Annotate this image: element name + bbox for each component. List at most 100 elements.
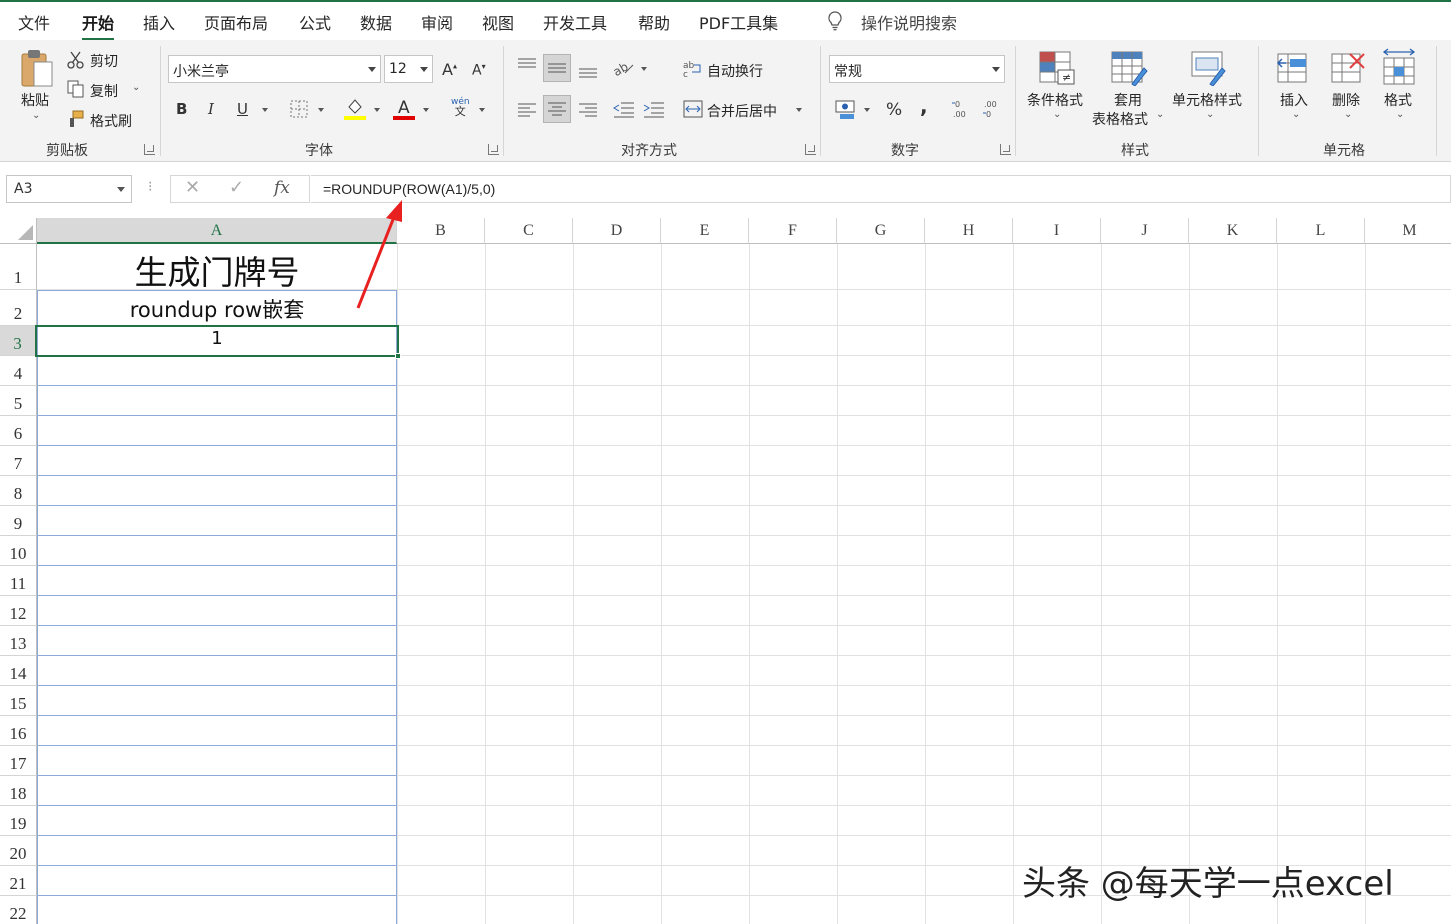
underline-button[interactable]: U [237,100,248,118]
accounting-dropdown-icon[interactable] [864,108,870,112]
cell-styles-button[interactable]: 单元格样式 [1172,90,1242,110]
column-header-k[interactable]: K [1189,218,1277,244]
name-box[interactable]: A3 [6,175,132,203]
italic-button[interactable]: I [208,100,214,118]
merge-dropdown-icon[interactable] [796,108,802,112]
delete-cells-button[interactable]: 删除 [1332,90,1360,110]
insert-function-button[interactable]: fx [274,178,290,198]
merge-center-icon[interactable] [683,100,703,118]
row-header-15[interactable]: 15 [0,686,37,716]
row-header-13[interactable]: 13 [0,626,37,656]
tab-view[interactable]: 视图 [482,10,514,34]
fill-color-icon[interactable] [344,97,366,121]
cell-styles-icon[interactable] [1190,50,1228,86]
align-right-icon[interactable] [578,102,598,118]
number-launcher-icon[interactable] [1000,144,1011,155]
row-header-17[interactable]: 17 [0,746,37,776]
row-header-12[interactable]: 12 [0,596,37,626]
increase-font-icon[interactable]: A▴ [442,60,457,79]
underline-dropdown-icon[interactable] [262,108,268,112]
column-header-j[interactable]: J [1101,218,1189,244]
wrap-text-icon[interactable]: ab c [683,60,703,78]
insert-cells-icon[interactable] [1276,50,1312,86]
format-as-table-icon[interactable] [1110,50,1148,86]
tab-home[interactable]: 开始 [82,10,115,41]
delete-dropdown-icon[interactable]: ⌄ [1344,109,1352,120]
wrap-text-button[interactable]: 自动换行 [707,61,763,81]
tab-data[interactable]: 数据 [360,10,392,34]
conditional-formatting-button[interactable]: 条件格式 [1027,90,1083,110]
column-header-c[interactable]: C [485,218,573,244]
tab-insert[interactable]: 插入 [143,10,175,34]
row-header-8[interactable]: 8 [0,476,37,506]
font-launcher-icon[interactable] [488,144,499,155]
row-header-9[interactable]: 9 [0,506,37,536]
select-all-button[interactable] [0,218,37,244]
copy-dropdown-icon[interactable]: ⌄ [132,82,140,93]
row-header-10[interactable]: 10 [0,536,37,566]
increase-decimal-icon[interactable]: 0 .00 [951,98,973,120]
row-header-19[interactable]: 19 [0,806,37,836]
row-header-5[interactable]: 5 [0,386,37,416]
font-color-icon[interactable]: A [393,97,415,121]
paste-icon[interactable] [20,48,54,90]
row-header-1[interactable]: 1 [0,244,37,290]
format-as-table-button[interactable]: 表格格式 [1092,109,1148,129]
borders-icon[interactable] [290,100,308,118]
column-header-m[interactable]: M [1365,218,1451,244]
fill-handle[interactable] [395,353,401,359]
row-header-7[interactable]: 7 [0,446,37,476]
alignment-launcher-icon[interactable] [805,144,816,155]
phonetic-guide-icon[interactable]: wén 文 [451,97,470,118]
align-middle-button[interactable] [543,54,571,82]
fill-color-dropdown-icon[interactable] [374,108,380,112]
row-header-16[interactable]: 16 [0,716,37,746]
accounting-format-icon[interactable] [835,98,857,120]
font-color-dropdown-icon[interactable] [423,108,429,112]
cell-a2[interactable]: roundup row嵌套 [37,294,397,326]
formula-input[interactable]: =ROUNDUP(ROW(A1)/5,0) [311,175,1451,203]
clipboard-launcher-icon[interactable] [144,144,155,155]
align-bottom-icon[interactable] [578,63,598,79]
paste-dropdown-icon[interactable]: ⌄ [32,110,40,121]
column-header-g[interactable]: G [837,218,925,244]
insert-dropdown-icon[interactable]: ⌄ [1292,109,1300,120]
conditional-formatting-icon[interactable]: ≠ [1038,50,1076,86]
tab-developer[interactable]: 开发工具 [543,10,607,34]
align-top-icon[interactable] [517,57,537,73]
tab-file[interactable]: 文件 [18,10,50,34]
orientation-dropdown-icon[interactable] [641,67,647,71]
decrease-font-icon[interactable]: A▾ [472,62,486,79]
row-header-22[interactable]: 22 [0,896,37,924]
column-header-f[interactable]: F [749,218,837,244]
tab-pdf-tools[interactable]: PDF工具集 [699,10,778,34]
align-left-icon[interactable] [517,102,537,118]
table-format-dropdown-icon[interactable]: ⌄ [1156,109,1164,120]
paste-label[interactable]: 粘贴 [21,90,49,110]
cell-a1[interactable]: 生成门牌号 [37,246,397,292]
align-center-button[interactable] [543,95,571,123]
insert-cells-button[interactable]: 插入 [1280,90,1308,110]
row-header-20[interactable]: 20 [0,836,37,866]
tab-page-layout[interactable]: 页面布局 [204,10,268,34]
decrease-indent-icon[interactable] [613,101,635,119]
column-header-l[interactable]: L [1277,218,1365,244]
column-header-d[interactable]: D [573,218,661,244]
increase-indent-icon[interactable] [643,101,665,119]
phonetic-dropdown-icon[interactable] [479,108,485,112]
number-format-select[interactable]: 常规 [829,55,1005,83]
row-header-18[interactable]: 18 [0,776,37,806]
column-header-e[interactable]: E [661,218,749,244]
tab-review[interactable]: 审阅 [421,10,453,34]
conditional-dropdown-icon[interactable]: ⌄ [1053,109,1061,120]
format-painter-icon[interactable] [67,110,85,128]
borders-dropdown-icon[interactable] [318,108,324,112]
row-header-14[interactable]: 14 [0,656,37,686]
tab-help[interactable]: 帮助 [638,10,670,34]
decrease-decimal-icon[interactable]: .00 0 [982,98,1004,120]
row-header-11[interactable]: 11 [0,566,37,596]
cancel-formula-icon[interactable]: ✕ [185,177,200,198]
font-size-select[interactable]: 12 [384,55,433,83]
comma-style-button[interactable]: , [920,94,928,118]
format-cells-button[interactable]: 格式 [1384,90,1412,110]
